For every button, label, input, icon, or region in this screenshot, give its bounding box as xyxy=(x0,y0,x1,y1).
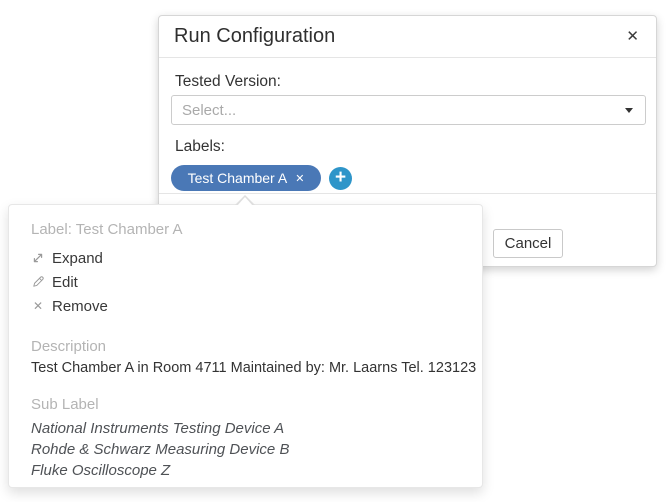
remove-icon: ✕ xyxy=(31,299,45,313)
label-tag-test-chamber-a[interactable]: Test Chamber A ✕ xyxy=(171,165,321,191)
select-placeholder: Select... xyxy=(182,102,236,119)
menu-item-remove[interactable]: ✕ Remove xyxy=(9,294,482,318)
modal-title: Run Configuration xyxy=(174,25,335,48)
tested-version-label: Tested Version: xyxy=(175,73,281,91)
add-label-button[interactable]: + xyxy=(329,167,352,190)
page: Run Configuration ✕ Tested Version: Sele… xyxy=(0,0,667,502)
menu-item-label: Expand xyxy=(52,250,103,267)
cancel-button-label: Cancel xyxy=(505,235,552,252)
menu-item-edit[interactable]: Edit xyxy=(9,270,482,294)
labels-label: Labels: xyxy=(175,138,225,156)
popover-title: Label: Test Chamber A xyxy=(31,221,460,238)
menu-item-label: Remove xyxy=(52,298,108,315)
sub-label-item: National Instruments Testing Device A xyxy=(31,418,460,439)
tested-version-select[interactable]: Select... xyxy=(171,95,646,125)
label-popover: Label: Test Chamber A Expand Edit ✕ Remo… xyxy=(8,204,483,488)
plus-icon: + xyxy=(335,168,346,187)
menu-item-expand[interactable]: Expand xyxy=(9,246,482,270)
sub-label-item: Fluke Oscilloscope Z xyxy=(31,460,460,481)
tag-remove-icon[interactable]: ✕ xyxy=(295,172,304,185)
label-tag-text: Test Chamber A xyxy=(188,170,288,186)
expand-icon xyxy=(31,251,45,265)
menu-item-label: Edit xyxy=(52,274,78,291)
sub-label-heading: Sub Label xyxy=(31,396,460,413)
modal-footer-divider xyxy=(159,193,656,194)
chevron-down-icon xyxy=(625,108,633,113)
description-heading: Description xyxy=(31,338,460,355)
sub-label-item: Rohde & Schwarz Measuring Device B xyxy=(31,439,460,460)
close-icon[interactable]: ✕ xyxy=(624,27,641,46)
edit-icon xyxy=(31,275,45,289)
cancel-button[interactable]: Cancel xyxy=(493,229,563,258)
description-text: Test Chamber A in Room 4711 Maintained b… xyxy=(31,360,460,376)
modal-header: Run Configuration ✕ xyxy=(159,16,656,58)
